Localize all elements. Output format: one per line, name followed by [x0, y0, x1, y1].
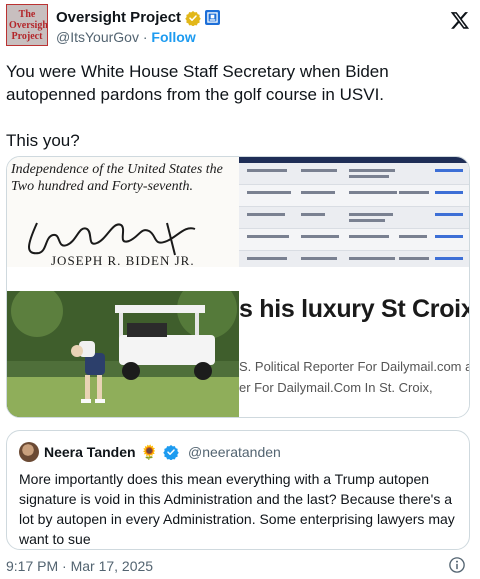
- golf-course-photo: [7, 291, 239, 417]
- pardon-document-image: Independence of the United States the Tw…: [7, 157, 239, 268]
- document-signer-name: JOSEPH R. BIDEN JR.: [51, 253, 195, 268]
- avatar-text-line-3: Project: [11, 31, 43, 42]
- author-name-row: Oversight Project: [56, 9, 221, 26]
- author-handle[interactable]: @ItsYourGov: [56, 29, 139, 45]
- document-text: Independence of the United States the Tw…: [11, 162, 223, 194]
- quoted-author-name[interactable]: Neera Tanden: [44, 444, 136, 460]
- article-byline-2: er For Dailymail.Com In St. Croix,: [239, 380, 433, 395]
- table-row: [239, 251, 469, 267]
- table-row: [239, 185, 469, 207]
- quoted-author-avatar[interactable]: [19, 442, 39, 462]
- author-handle-row: @ItsYourGov · Follow: [56, 29, 196, 45]
- sunflower-emoji-icon: 🌻: [140, 443, 158, 460]
- golf-scene-illustration: [7, 291, 239, 417]
- verified-badge-icon: [185, 10, 201, 26]
- table-row: [239, 163, 469, 185]
- table-row: [239, 229, 469, 251]
- quoted-verified-badge-icon: [163, 445, 179, 460]
- table-row: [239, 207, 469, 229]
- pardon-table-image: [239, 157, 469, 267]
- avatar-text-line-2: Oversight: [9, 20, 48, 31]
- x-logo-icon[interactable]: [450, 10, 470, 30]
- article-byline-1: S. Political Reporter For Dailymail.com …: [239, 359, 470, 374]
- tweet-timestamp[interactable]: 9:17 PM · Mar 17, 2025: [6, 558, 153, 574]
- article-headline: s his luxury St Croix v: [239, 295, 470, 323]
- info-icon[interactable]: [448, 556, 466, 574]
- government-badge-icon: [205, 10, 221, 25]
- avatar-text-line-1: The: [18, 9, 36, 20]
- news-article-image: s his luxury St Croix v S. Political Rep…: [239, 267, 470, 417]
- follow-button[interactable]: Follow: [151, 29, 195, 45]
- quoted-author-handle[interactable]: @neeratanden: [188, 444, 281, 460]
- tweet-text-line-1: You were White House Staff Secretary whe…: [6, 62, 389, 104]
- tweet-header: The Oversight Project Oversight Project …: [6, 4, 474, 48]
- quoted-tweet[interactable]: Neera Tanden 🌻 @neeratanden More importa…: [6, 430, 470, 550]
- tweet-media-collage[interactable]: Independence of the United States the Tw…: [6, 156, 470, 418]
- author-name[interactable]: Oversight Project: [56, 9, 181, 26]
- tweet-text-line-2: This you?: [6, 131, 80, 150]
- quoted-tweet-text: More importantly does this mean everythi…: [19, 471, 455, 547]
- separator-dot: ·: [142, 29, 148, 45]
- author-avatar[interactable]: The Oversight Project: [6, 4, 48, 46]
- quoted-tweet-header: Neera Tanden 🌻 @neeratanden: [19, 441, 457, 463]
